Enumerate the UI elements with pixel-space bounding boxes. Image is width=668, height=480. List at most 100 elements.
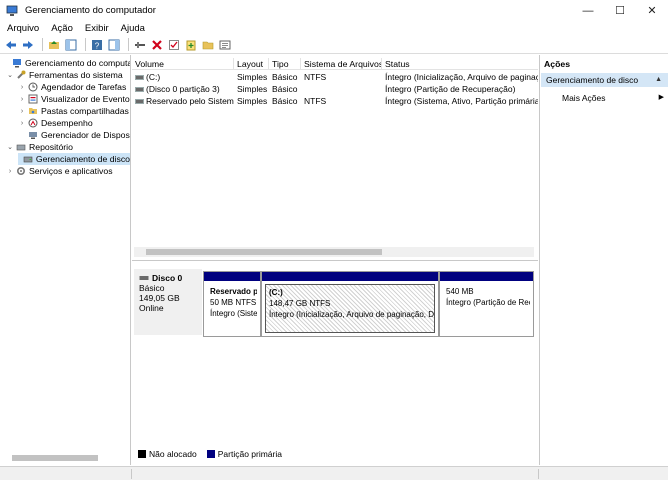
cell-filesystem: NTFS bbox=[304, 96, 327, 106]
disk-info-panel[interactable]: Disco 0 Básico 149,05 GB Online bbox=[134, 269, 202, 335]
cell-status: Íntegro (Sistema, Ativo, Partição primár… bbox=[385, 96, 538, 106]
column-header-status[interactable]: Status bbox=[382, 58, 538, 70]
tree-item-label: Agendador de Tarefas bbox=[41, 82, 127, 92]
delete-button[interactable] bbox=[150, 38, 164, 52]
primary-partition-swatch bbox=[206, 450, 215, 458]
disk-legend: Não alocado Partição primária bbox=[136, 448, 290, 460]
partition-name: (C:) bbox=[269, 288, 283, 297]
forward-button[interactable] bbox=[21, 38, 35, 52]
checklist-icon bbox=[169, 39, 179, 50]
cell-filesystem bbox=[301, 83, 382, 95]
partition-size: 50 MB NTFS bbox=[210, 298, 257, 307]
status-segment bbox=[0, 469, 132, 479]
chevron-right-icon[interactable]: › bbox=[18, 96, 26, 103]
cell-layout: Simples bbox=[237, 96, 268, 106]
cell-volume: (Disco 0 partição 3) bbox=[132, 83, 234, 95]
table-row[interactable]: (C:) Simples Básico NTFS Íntegro (Inicia… bbox=[132, 71, 538, 83]
partition-status: Íntegro (Partição de Rec bbox=[446, 298, 530, 307]
cell-type: Básico bbox=[272, 84, 298, 94]
partition-recovery[interactable]: 540 MB Íntegro (Partição de Rec bbox=[439, 271, 534, 337]
chevron-down-icon[interactable]: ⌄ bbox=[6, 143, 14, 151]
menu-acao[interactable]: Ação bbox=[51, 23, 73, 34]
tree-item-device-manager[interactable]: Gerenciador de Disposit bbox=[18, 129, 130, 141]
list-horizontal-scrollbar[interactable] bbox=[134, 247, 534, 257]
disk-state: Online bbox=[139, 303, 164, 313]
partition-c-drive[interactable]: (C:) 148,47 GB NTFS Íntegro (Inicializaç… bbox=[261, 271, 439, 337]
disk-icon bbox=[139, 276, 149, 280]
menu-arquivo[interactable]: Arquivo bbox=[7, 23, 39, 34]
connect-button[interactable] bbox=[133, 38, 147, 52]
more-actions-label: Mais Ações bbox=[562, 93, 606, 103]
chevron-right-icon[interactable]: › bbox=[18, 120, 26, 127]
chevron-right-icon[interactable]: › bbox=[6, 168, 14, 175]
cell-type: Básico bbox=[272, 72, 298, 82]
back-button[interactable] bbox=[4, 38, 18, 52]
tree-item-shared-folders[interactable]: › Pastas compartilhadas bbox=[18, 105, 129, 117]
partition-system-reserved[interactable]: Reservado p 50 MB NTFS Íntegro (Siste bbox=[203, 271, 261, 337]
tree-item-label: Serviços e aplicativos bbox=[29, 166, 113, 176]
help-button[interactable]: ? bbox=[90, 38, 104, 52]
tree-item-disk-management[interactable]: Gerenciamento de disco bbox=[18, 153, 130, 165]
title-bar: Gerenciamento do computador — ☐ ✕ bbox=[0, 0, 668, 21]
tree-item-label: Gerenciamento de disco bbox=[35, 154, 130, 164]
tree-item-system-tools[interactable]: ⌄ Ferramentas do sistema bbox=[6, 69, 123, 81]
show-hide-action-pane-button[interactable] bbox=[107, 38, 121, 52]
delete-x-icon bbox=[152, 39, 162, 50]
table-row[interactable]: (Disco 0 partição 3) Simples Básico Ínte… bbox=[132, 83, 538, 95]
properties-check-button[interactable] bbox=[167, 38, 181, 52]
scrollbar-thumb[interactable] bbox=[12, 455, 98, 461]
scrollbar-thumb[interactable] bbox=[146, 249, 382, 255]
partition-size: 540 MB bbox=[446, 287, 474, 296]
clock-icon bbox=[28, 82, 38, 92]
volume-icon bbox=[135, 87, 144, 93]
chevron-down-icon[interactable]: ⌄ bbox=[6, 71, 14, 79]
help-icon: ? bbox=[92, 39, 102, 50]
disk-type: Básico bbox=[139, 283, 165, 293]
open-folder-button[interactable] bbox=[201, 38, 215, 52]
show-hide-tree-button[interactable] bbox=[64, 38, 78, 52]
disk-management-icon bbox=[23, 156, 33, 163]
storage-icon bbox=[16, 144, 26, 151]
section-label: Gerenciamento de disco bbox=[546, 75, 639, 85]
services-icon bbox=[16, 166, 26, 176]
column-header-filesystem[interactable]: Sistema de Arquivos bbox=[301, 58, 382, 70]
tree-item-services-apps[interactable]: › Serviços e aplicativos bbox=[6, 165, 113, 177]
partition-body: (C:) 148,47 GB NTFS Íntegro (Inicializaç… bbox=[265, 284, 435, 333]
more-actions-item[interactable]: Mais Ações ▶ bbox=[562, 92, 667, 104]
chevron-right-icon[interactable]: › bbox=[18, 84, 26, 91]
svg-text:?: ? bbox=[95, 41, 100, 50]
actions-section-disk-management[interactable]: Gerenciamento de disco ▲ bbox=[541, 73, 668, 87]
tree-item-label: Ferramentas do sistema bbox=[29, 70, 123, 80]
export-list-button[interactable] bbox=[218, 38, 232, 52]
connect-icon bbox=[135, 41, 145, 48]
cell-filesystem: NTFS bbox=[304, 72, 327, 82]
cell-volume: (C:) bbox=[132, 71, 234, 83]
maximize-button[interactable]: ☐ bbox=[604, 0, 636, 21]
minimize-button[interactable]: — bbox=[572, 0, 604, 21]
menu-exibir[interactable]: Exibir bbox=[85, 23, 109, 34]
disk-size: 149,05 GB bbox=[139, 293, 180, 303]
tree-horizontal-scrollbar[interactable] bbox=[2, 454, 126, 462]
new-button[interactable] bbox=[184, 38, 198, 52]
column-header-volume[interactable]: Volume bbox=[132, 58, 234, 70]
column-header-type[interactable]: Tipo bbox=[269, 58, 301, 70]
shared-folder-icon bbox=[29, 108, 37, 114]
column-header-layout[interactable]: Layout bbox=[234, 58, 269, 70]
partition-status: Íntegro (Siste bbox=[210, 309, 257, 318]
up-level-button[interactable] bbox=[47, 38, 61, 52]
tree-item-performance[interactable]: › Desempenho bbox=[18, 117, 93, 129]
tree-item-event-viewer[interactable]: › Visualizador de Eventos bbox=[18, 93, 130, 105]
tree-item-task-scheduler[interactable]: › Agendador de Tarefas bbox=[18, 81, 127, 93]
primary-partition-bar bbox=[440, 272, 533, 281]
tree-item-storage[interactable]: ⌄ Repositório bbox=[6, 141, 73, 153]
table-row[interactable]: Reservado pelo Sistema Simples Básico NT… bbox=[132, 95, 538, 107]
actions-title: Ações bbox=[544, 59, 571, 69]
cell-volume: Reservado pelo Sistema bbox=[132, 95, 234, 107]
menu-ajuda[interactable]: Ajuda bbox=[121, 23, 145, 34]
chevron-right-icon[interactable]: › bbox=[18, 108, 26, 115]
close-button[interactable]: ✕ bbox=[636, 0, 668, 21]
cell-layout: Simples bbox=[237, 84, 268, 94]
collapse-up-icon[interactable]: ▲ bbox=[655, 73, 662, 87]
list-view-icon bbox=[219, 40, 231, 49]
tree-item-root[interactable]: Gerenciamento do computado bbox=[2, 57, 130, 69]
